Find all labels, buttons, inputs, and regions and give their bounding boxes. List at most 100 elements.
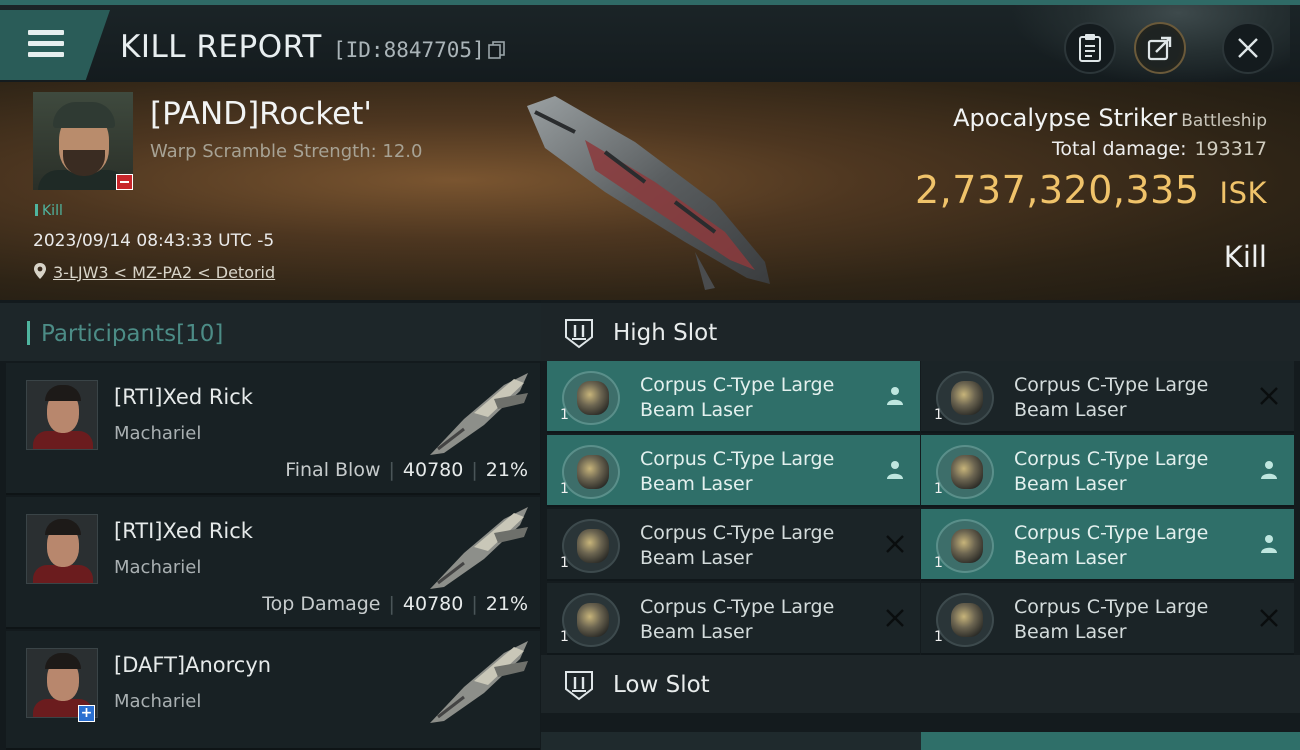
module-name: Corpus C-Type Large Beam Laser	[640, 522, 835, 569]
module-quantity: 1	[560, 407, 569, 423]
module-quantity: 1	[934, 481, 943, 497]
beam-laser-icon	[577, 455, 609, 489]
beam-laser-icon	[577, 529, 609, 563]
participant-damage: 40780	[402, 459, 464, 481]
participant-stats: Top Damage | 40780 | 21%	[262, 593, 528, 615]
destroyed-x-icon	[886, 609, 904, 627]
menu-button[interactable]	[0, 10, 110, 80]
high-slot-label: High Slot	[613, 320, 718, 346]
low-slot-label: Low Slot	[613, 672, 710, 698]
total-damage-label: Total damage:	[1052, 138, 1187, 160]
beam-laser-icon	[951, 455, 983, 489]
beam-laser-icon	[577, 603, 609, 637]
low-slot-header: Low Slot	[541, 655, 1300, 713]
module-name: Corpus C-Type Large Beam Laser	[640, 374, 835, 421]
participant-avatar	[26, 514, 98, 584]
close-icon	[1238, 38, 1258, 58]
participant-role: Top Damage	[262, 593, 381, 615]
dropped-person-icon	[1261, 535, 1277, 553]
high-slot-header: High Slot	[541, 303, 1300, 361]
participant-ship-image	[430, 641, 528, 723]
participants-panel[interactable]: Participants[10] [RTI]Xed Rick Machariel…	[0, 300, 541, 750]
participant-avatar	[26, 380, 98, 450]
participant-row[interactable]: [RTI]Xed Rick Machariel Top Damage | 40780…	[6, 497, 540, 629]
module-quantity: 1	[560, 481, 569, 497]
participant-name: [RTI]Xed Rick	[114, 385, 253, 409]
report-result: Kill	[1223, 240, 1267, 274]
module-quantity: 1	[934, 555, 943, 571]
participant-name: [DAFT]Anorcyn	[114, 653, 272, 677]
module-name: Corpus C-Type Large Beam Laser	[1014, 596, 1209, 643]
location-link[interactable]: 3-LJW3 < MZ-PA2 < Detorid	[53, 263, 275, 282]
ship-class: Battleship	[1181, 111, 1267, 131]
kill-location[interactable]: 3-LJW3 < MZ-PA2 < Detorid	[33, 262, 275, 282]
module-quantity: 1	[560, 629, 569, 645]
participant-ship: Machariel	[114, 557, 202, 578]
beam-laser-icon	[951, 381, 983, 415]
beam-laser-icon	[951, 603, 983, 637]
fitting-panel[interactable]: High Slot 1 Corpus C-Type Large Beam Lase…	[541, 300, 1300, 750]
module-name: Corpus C-Type Large Beam Laser	[1014, 522, 1209, 569]
participant-percent: 21%	[485, 593, 528, 615]
participant-ship: Machariel	[114, 423, 202, 444]
participant-ship: Machariel	[114, 691, 202, 712]
participant-row[interactable]: [RTI]Xed Rick Machariel Final Blow | 40780…	[6, 363, 540, 495]
participant-role: Final Blow	[285, 459, 381, 481]
dropped-person-icon	[887, 461, 903, 479]
module-tile[interactable]: 1 Corpus C-Type Large Beam Laser	[547, 509, 920, 581]
module-tile[interactable]: 1 Corpus C-Type Large Beam Laser	[921, 509, 1294, 581]
low-slot-icon	[565, 671, 593, 701]
module-quantity: 1	[934, 629, 943, 645]
close-button[interactable]	[1222, 22, 1274, 74]
module-tile[interactable]: 1 Corpus C-Type Large Beam Laser	[547, 583, 920, 655]
module-tile[interactable]: 1 Corpus C-Type Large Beam Laser	[547, 361, 920, 433]
participant-row[interactable]: + [DAFT]Anorcyn Machariel	[6, 631, 540, 750]
isk-amount: 2,737,320,335	[915, 168, 1200, 212]
module-tile[interactable]: 1 Corpus C-Type Large Beam Laser	[921, 435, 1294, 507]
clipboard-button[interactable]	[1064, 22, 1116, 74]
module-quantity: 1	[560, 555, 569, 571]
victim-ship[interactable]: Apocalypse Striker Battleship	[953, 104, 1267, 132]
participant-ship-image	[430, 373, 528, 455]
victim-name[interactable]: [PAND]Rocket'	[150, 96, 372, 132]
share-icon	[1147, 36, 1172, 61]
share-button[interactable]	[1134, 22, 1186, 74]
participant-percent: 21%	[485, 459, 528, 481]
participant-name: [RTI]Xed Rick	[114, 519, 253, 543]
participants-count: [10]	[176, 321, 224, 347]
friendly-badge-icon: +	[78, 705, 95, 722]
total-damage-value: 193317	[1194, 138, 1267, 160]
destroyed-x-icon	[886, 535, 904, 553]
module-name: Corpus C-Type Large Beam Laser	[1014, 448, 1209, 495]
module-name: Corpus C-Type Large Beam Laser	[1014, 374, 1209, 421]
participant-stats: Final Blow | 40780 | 21%	[285, 459, 528, 481]
high-slot-icon	[565, 319, 593, 349]
participant-damage: 40780	[402, 593, 464, 615]
dropped-person-icon	[1261, 461, 1277, 479]
warp-scramble-strength: Warp Scramble Strength: 12.0	[150, 141, 423, 162]
victim-banner: [PAND]Rocket' Warp Scramble Strength: 12…	[0, 82, 1300, 300]
copy-icon[interactable]	[488, 41, 506, 59]
kill-tag: Kill	[35, 203, 63, 219]
participants-header: Participants[10]	[0, 303, 541, 361]
menu-icon	[28, 30, 64, 58]
destroyed-x-icon	[1260, 609, 1278, 627]
module-tile[interactable]: 1 Corpus C-Type Large Beam Laser	[921, 361, 1294, 433]
ship-name: Apocalypse Striker	[953, 104, 1178, 132]
low-slot-modules-peek	[541, 732, 1300, 750]
beam-laser-icon	[951, 529, 983, 563]
beam-laser-icon	[577, 381, 609, 415]
victim-ship-image	[527, 96, 770, 290]
module-tile[interactable]: 1 Corpus C-Type Large Beam Laser	[547, 435, 920, 507]
isk-unit: ISK	[1219, 176, 1267, 210]
module-name: Corpus C-Type Large Beam Laser	[640, 448, 835, 495]
hostile-badge-icon	[116, 174, 133, 190]
participants-label: Participants	[41, 321, 177, 347]
module-tile[interactable]: 1 Corpus C-Type Large Beam Laser	[921, 583, 1294, 655]
total-damage: Total damage: 193317	[1052, 138, 1267, 160]
top-bar: KILL REPORT [ID:8847705]	[0, 0, 1300, 85]
module-name: Corpus C-Type Large Beam Laser	[640, 596, 835, 643]
participant-ship-image	[430, 507, 528, 589]
isk-value: 2,737,320,335 ISK	[915, 168, 1267, 212]
dropped-person-icon	[887, 387, 903, 405]
